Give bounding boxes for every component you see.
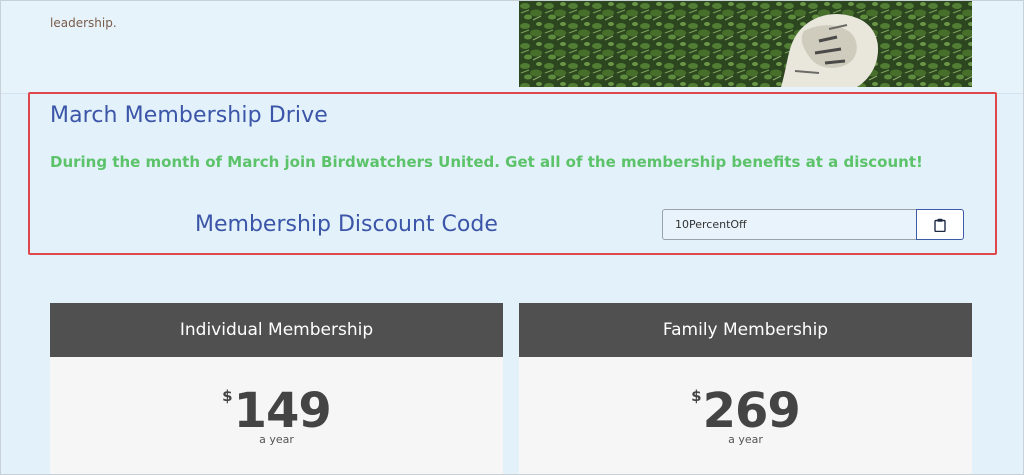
promo-title: March Membership Drive (50, 103, 328, 128)
price-period: a year (259, 433, 294, 446)
plan-card-family: Family Membership $269 a year (519, 303, 972, 474)
price-period: a year (728, 433, 763, 446)
bird-habitat-photo (519, 1, 972, 87)
copy-code-button[interactable] (916, 209, 964, 240)
discount-code-field[interactable] (662, 209, 917, 240)
plan-price: $149 (50, 383, 503, 439)
page: leadership. March Membership Drive Durin… (0, 0, 1024, 475)
plan-card-title: Family Membership (519, 303, 972, 357)
discount-code-label: Membership Discount Code (195, 212, 498, 237)
photo-image (519, 1, 972, 87)
plan-price-block: $269 a year (519, 357, 972, 467)
currency-symbol: $ (222, 387, 233, 405)
plan-card-title: Individual Membership (50, 303, 503, 357)
intro-text-line-cut (50, 1, 450, 13)
currency-symbol: $ (691, 387, 702, 405)
plan-card-individual: Individual Membership $149 a year (50, 303, 503, 474)
price-amount: 149 (233, 383, 332, 439)
plan-price: $269 (519, 383, 972, 439)
intro-text: leadership. (50, 1, 450, 33)
clipboard-icon (934, 218, 946, 232)
price-amount: 269 (702, 383, 801, 439)
promo-subtitle: During the month of March join Birdwatch… (50, 153, 923, 171)
intro-text-line: leadership. (50, 16, 117, 30)
plan-price-block: $149 a year (50, 357, 503, 467)
